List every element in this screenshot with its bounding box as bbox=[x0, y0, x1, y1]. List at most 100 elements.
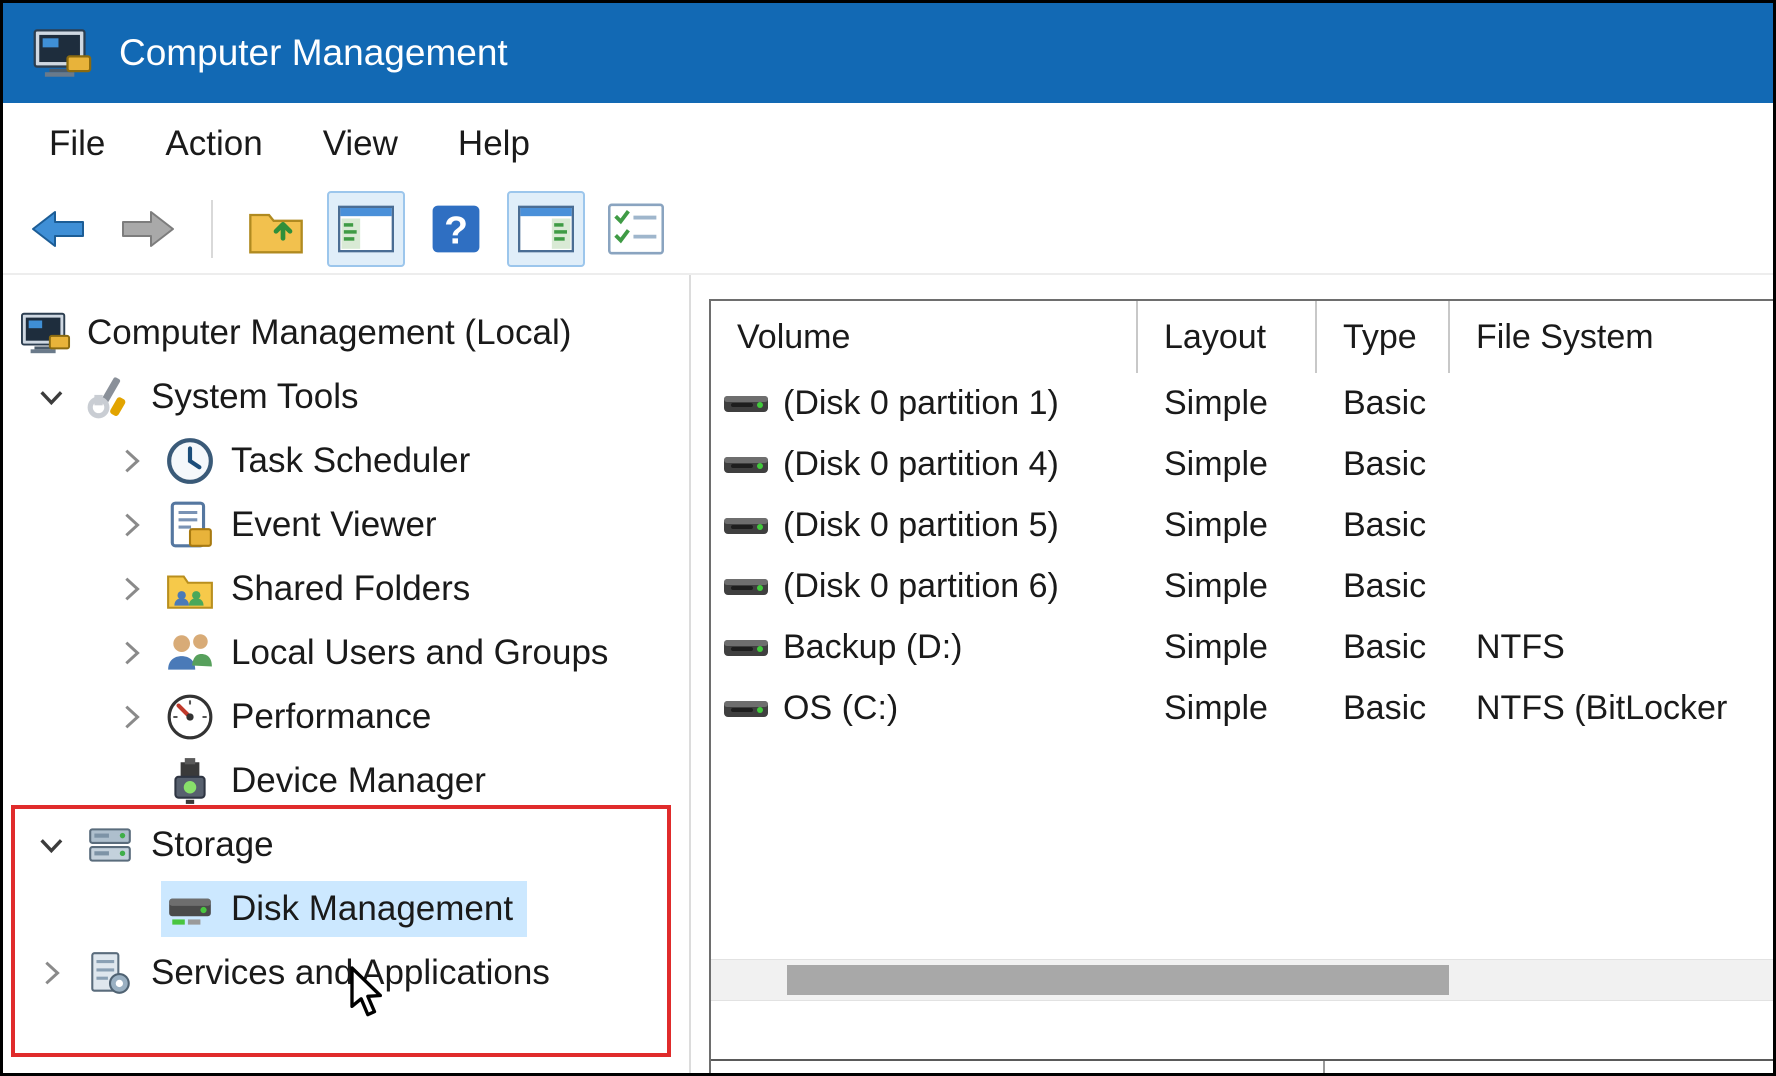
console-tree-icon bbox=[338, 203, 394, 255]
back-button[interactable] bbox=[19, 191, 97, 267]
horizontal-scrollbar[interactable] bbox=[711, 959, 1773, 1001]
device-manager-icon bbox=[165, 756, 215, 806]
volume-disk-icon bbox=[723, 574, 769, 600]
task-scheduler-icon bbox=[165, 436, 215, 486]
local-users-groups-icon bbox=[165, 628, 215, 678]
chevron-right-icon[interactable] bbox=[101, 702, 161, 732]
table-header: VolumeLayoutTypeFile System bbox=[711, 301, 1773, 373]
bottom-pane-divider bbox=[1323, 1061, 1325, 1073]
forward-button[interactable] bbox=[109, 191, 187, 267]
chevron-right-icon[interactable] bbox=[101, 446, 161, 476]
volume-disk-icon bbox=[723, 696, 769, 722]
tree-item-performance[interactable]: Performance bbox=[3, 685, 689, 749]
performance-icon bbox=[165, 692, 215, 742]
volume-type: Basic bbox=[1317, 567, 1450, 606]
action-pane-icon bbox=[518, 203, 574, 255]
menu-help[interactable]: Help bbox=[428, 114, 560, 174]
volume-disk-icon bbox=[723, 391, 769, 417]
show-action-pane-button[interactable] bbox=[507, 191, 585, 267]
pane-splitter[interactable] bbox=[689, 275, 709, 1073]
tree-item-services-and-applications[interactable]: Services and Applications bbox=[3, 941, 689, 1005]
volume-layout: Simple bbox=[1138, 567, 1317, 606]
tree-item-task-scheduler[interactable]: Task Scheduler bbox=[3, 429, 689, 493]
toolbar-separator bbox=[211, 200, 213, 258]
tree-item-label: Computer Management (Local) bbox=[87, 313, 571, 353]
volume-disk-icon bbox=[723, 452, 769, 478]
up-folder-button[interactable] bbox=[237, 191, 315, 267]
volume-row-os-c[interactable]: OS (C:)SimpleBasicNTFS (BitLocker bbox=[711, 678, 1773, 739]
volume-row-disk-0-partition-5[interactable]: (Disk 0 partition 5)SimpleBasic bbox=[711, 495, 1773, 556]
window-title: Computer Management bbox=[119, 32, 508, 74]
tree-item-label: Task Scheduler bbox=[231, 441, 470, 481]
column-header-volume[interactable]: Volume bbox=[711, 301, 1138, 373]
volume-disk-icon bbox=[723, 635, 769, 661]
tree-item-storage[interactable]: Storage bbox=[3, 813, 689, 877]
tree-item-label: Event Viewer bbox=[231, 505, 437, 545]
show-console-tree-button[interactable] bbox=[327, 191, 405, 267]
chevron-right-icon[interactable] bbox=[101, 638, 161, 668]
volume-disk-icon bbox=[723, 513, 769, 539]
volume-name: (Disk 0 partition 6) bbox=[783, 567, 1059, 606]
chevron-right-icon[interactable] bbox=[101, 510, 161, 540]
column-header-type[interactable]: Type bbox=[1317, 301, 1450, 373]
titlebar: Computer Management bbox=[3, 3, 1773, 103]
chevron-down-icon[interactable] bbox=[21, 830, 81, 860]
volume-type: Basic bbox=[1317, 445, 1450, 484]
system-tools-icon bbox=[85, 372, 135, 422]
help-button[interactable]: ? bbox=[417, 191, 495, 267]
tree-item-label: Disk Management bbox=[231, 889, 513, 929]
volume-type: Basic bbox=[1317, 689, 1450, 728]
shared-folders-icon bbox=[165, 564, 215, 614]
toolbar: ? bbox=[3, 185, 1773, 275]
tree-item-system-tools[interactable]: System Tools bbox=[3, 365, 689, 429]
bottom-pane-top-border bbox=[711, 1059, 1773, 1061]
chevron-right-icon[interactable] bbox=[101, 574, 161, 604]
tree-item-event-viewer[interactable]: Event Viewer bbox=[3, 493, 689, 557]
svg-text:?: ? bbox=[444, 209, 468, 252]
tree-item-label: Device Manager bbox=[231, 761, 486, 801]
chevron-down-icon[interactable] bbox=[21, 382, 81, 412]
menu-view[interactable]: View bbox=[293, 114, 428, 174]
tree-item-computer-management-local[interactable]: Computer Management (Local) bbox=[3, 301, 689, 365]
menubar: FileActionViewHelp bbox=[3, 103, 1773, 185]
folder-up-icon bbox=[248, 203, 304, 255]
back-arrow-icon bbox=[30, 203, 86, 255]
volume-name: (Disk 0 partition 5) bbox=[783, 506, 1059, 545]
volume-file-system: NTFS bbox=[1450, 628, 1773, 667]
volume-name: Backup (D:) bbox=[783, 628, 963, 667]
horizontal-scrollbar-thumb[interactable] bbox=[787, 965, 1449, 995]
tree-item-label: Storage bbox=[151, 825, 274, 865]
tree-item-disk-management[interactable]: Disk Management bbox=[3, 877, 689, 941]
volume-type: Basic bbox=[1317, 628, 1450, 667]
volume-name: (Disk 0 partition 4) bbox=[783, 445, 1059, 484]
customize-view-button[interactable] bbox=[597, 191, 675, 267]
tree-item-label: Local Users and Groups bbox=[231, 633, 608, 673]
tree-item-shared-folders[interactable]: Shared Folders bbox=[3, 557, 689, 621]
column-header-file-system[interactable]: File System bbox=[1450, 301, 1773, 373]
table-body: (Disk 0 partition 1)SimpleBasic(Disk 0 p… bbox=[711, 373, 1773, 739]
volume-layout: Simple bbox=[1138, 628, 1317, 667]
menu-action[interactable]: Action bbox=[135, 114, 292, 174]
forward-arrow-icon bbox=[120, 203, 176, 255]
computer-management-window: Computer Management FileActionViewHelp ?… bbox=[0, 0, 1776, 1076]
volume-layout: Simple bbox=[1138, 445, 1317, 484]
volume-layout: Simple bbox=[1138, 384, 1317, 423]
help-icon: ? bbox=[428, 203, 484, 255]
chevron-right-icon[interactable] bbox=[21, 958, 81, 988]
volume-row-backup-d[interactable]: Backup (D:) SimpleBasicNTFS bbox=[711, 617, 1773, 678]
storage-icon bbox=[85, 820, 135, 870]
menu-file[interactable]: File bbox=[19, 114, 135, 174]
volume-row-disk-0-partition-1[interactable]: (Disk 0 partition 1)SimpleBasic bbox=[711, 373, 1773, 434]
volume-list-pane: VolumeLayoutTypeFile System (Disk 0 part… bbox=[709, 299, 1773, 1073]
tree-item-label: Performance bbox=[231, 697, 431, 737]
tree-item-device-manager[interactable]: Device Manager bbox=[3, 749, 689, 813]
tree-item-local-users-and-groups[interactable]: Local Users and Groups bbox=[3, 621, 689, 685]
volume-row-disk-0-partition-6[interactable]: (Disk 0 partition 6) SimpleBasic bbox=[711, 556, 1773, 617]
volume-row-disk-0-partition-4[interactable]: (Disk 0 partition 4) SimpleBasic bbox=[711, 434, 1773, 495]
volume-layout: Simple bbox=[1138, 689, 1317, 728]
column-header-layout[interactable]: Layout bbox=[1138, 301, 1317, 373]
mouse-cursor bbox=[347, 965, 387, 1021]
volume-layout: Simple bbox=[1138, 506, 1317, 545]
services-applications-icon bbox=[85, 948, 135, 998]
checklist-icon bbox=[608, 203, 664, 255]
